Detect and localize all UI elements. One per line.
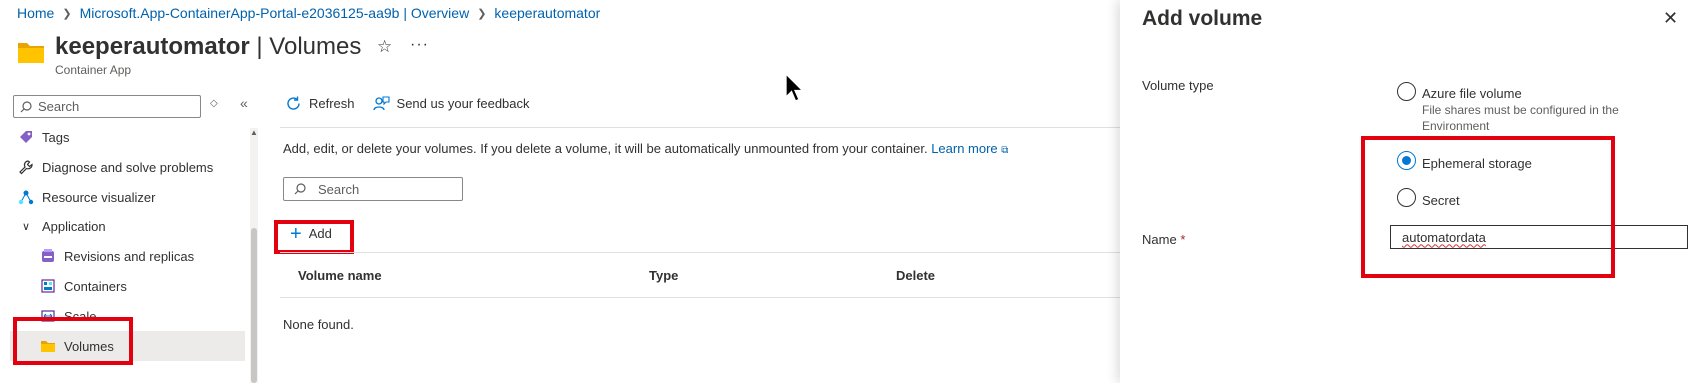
name-label: Name * [1142, 232, 1186, 247]
command-bar: Refresh Send us your feedback [285, 95, 530, 112]
scrollbar-thumb[interactable] [251, 228, 257, 383]
volumes-highlight-box [13, 317, 133, 365]
scroll-up-icon[interactable]: ▲ [250, 128, 258, 137]
refresh-button[interactable]: Refresh [285, 95, 355, 112]
panel-title: Add volume [1142, 7, 1263, 30]
learn-more-link[interactable]: Learn more ⧉ [931, 141, 1008, 156]
sidebar-item-containers[interactable]: Containers [10, 271, 245, 301]
sidebar-item-diagnose[interactable]: Diagnose and solve problems [10, 152, 245, 182]
page-title: keeperautomator | Volumes [55, 33, 362, 60]
tag-icon [18, 129, 34, 145]
search-icon [294, 183, 306, 195]
favorite-star-icon[interactable]: ☆ [377, 37, 392, 57]
divider [280, 297, 1120, 298]
refresh-icon [287, 96, 300, 110]
radio-azure-file-volume[interactable] [1397, 82, 1416, 101]
column-header-type[interactable]: Type [649, 268, 678, 283]
mouse-cursor-icon [785, 73, 805, 102]
chevron-down-icon: ∨ [21, 220, 31, 233]
containers-icon [40, 278, 56, 294]
breadcrumb-app[interactable]: keeperautomator [494, 5, 600, 21]
close-icon[interactable]: ✕ [1663, 8, 1678, 29]
divider [280, 127, 1120, 128]
breadcrumb: Home ❯ Microsoft.App-ContainerApp-Portal… [17, 5, 600, 21]
breadcrumb-home[interactable]: Home [17, 5, 54, 21]
divider [280, 252, 1120, 253]
volume-type-label: Volume type [1142, 78, 1214, 93]
volumes-search-input[interactable]: Search [283, 177, 463, 201]
sort-icon[interactable]: ◇ [210, 98, 218, 109]
sidebar-item-revisions[interactable]: Revisions and replicas [10, 241, 245, 271]
collapse-sidebar-icon[interactable]: « [240, 95, 248, 111]
column-header-delete[interactable]: Delete [896, 268, 935, 283]
column-header-volume-name[interactable]: Volume name [298, 268, 382, 283]
page-subtitle: Container App [55, 63, 132, 77]
sidebar-search-input[interactable]: Search [13, 95, 201, 118]
network-icon [18, 189, 34, 205]
empty-state-text: None found. [283, 317, 354, 332]
azure-file-help-text: File shares must be configured in the En… [1422, 103, 1619, 133]
add-highlight-box [274, 220, 354, 254]
feedback-icon [372, 96, 390, 111]
more-options-icon[interactable]: ··· [410, 36, 429, 54]
sidebar-item-tags[interactable]: Tags [10, 122, 245, 152]
sidebar-item-resource-visualizer[interactable]: Resource visualizer [10, 182, 245, 212]
sidebar-group-application[interactable]: ∨ Application [10, 211, 245, 241]
chevron-right-icon: ❯ [62, 7, 72, 20]
feedback-button[interactable]: Send us your feedback [372, 95, 530, 112]
option-label-azure-file: Azure file volume [1422, 86, 1522, 101]
volumes-description: Add, edit, or delete your volumes. If yo… [283, 141, 1009, 156]
folder-icon [18, 43, 44, 63]
chevron-right-icon: ❯ [477, 7, 487, 20]
search-icon [20, 100, 32, 112]
revisions-icon [40, 248, 56, 264]
wrench-icon [18, 159, 34, 175]
external-link-icon: ⧉ [1001, 145, 1009, 156]
breadcrumb-environment[interactable]: Microsoft.App-ContainerApp-Portal-e20361… [80, 5, 470, 21]
options-highlight-box [1361, 136, 1615, 278]
